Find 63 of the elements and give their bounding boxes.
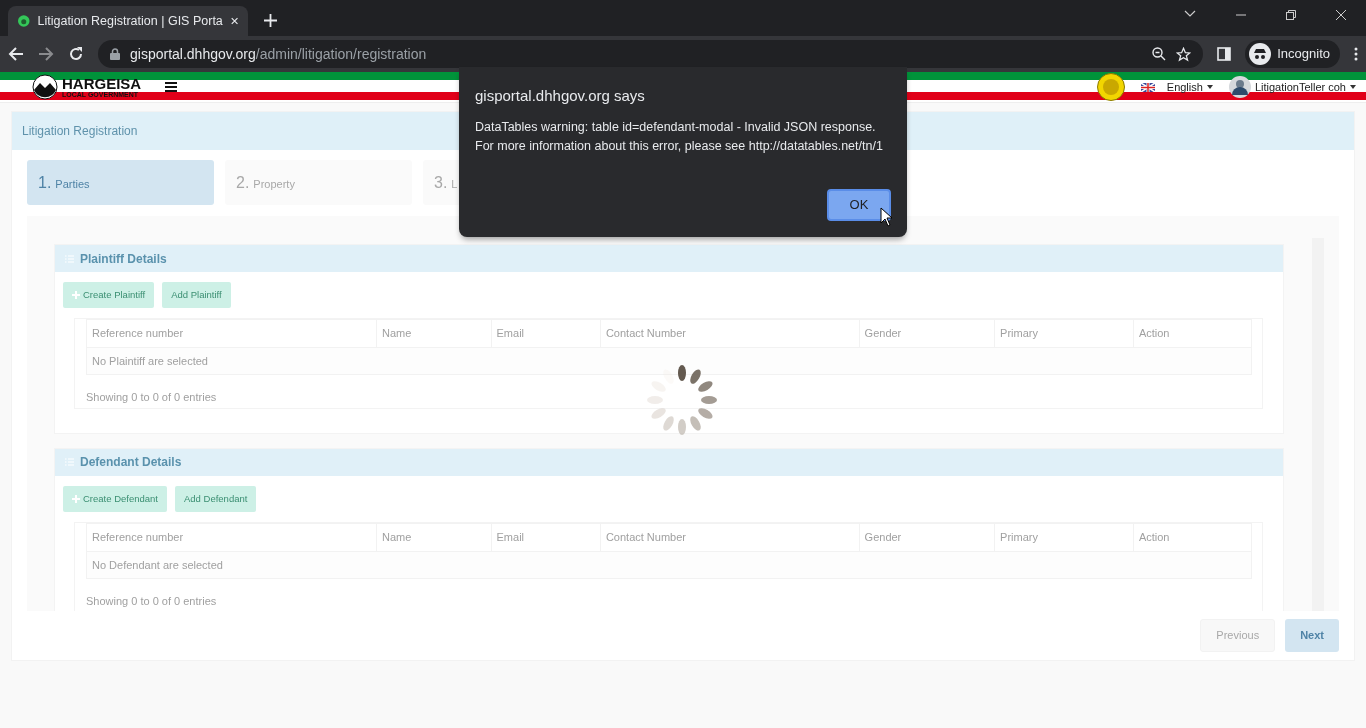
column-header[interactable]: Name	[376, 319, 492, 348]
user-dropdown[interactable]: LitigationTeller coh	[1228, 76, 1356, 98]
browser-tab[interactable]: Litigation Registration | GIS Porta	[8, 6, 248, 36]
logo-title: HARGEISA	[62, 76, 142, 91]
column-header[interactable]: Contact Number	[600, 523, 860, 551]
column-header[interactable]: Action	[1133, 319, 1252, 348]
column-header[interactable]: Contact Number	[600, 319, 860, 348]
table-info: Showing 0 to 0 of 0 entries	[86, 390, 217, 406]
zoom-icon[interactable]	[1152, 47, 1167, 61]
create-button[interactable]: Create Defendant	[63, 485, 167, 512]
favicon-icon	[18, 13, 30, 29]
avatar-icon	[1228, 76, 1251, 98]
menu-icon[interactable]	[1354, 47, 1358, 61]
section-title: Plaintiff Details	[80, 250, 167, 268]
back-icon[interactable]	[8, 46, 24, 62]
column-header[interactable]: Reference number	[86, 523, 377, 551]
incognito-icon	[1249, 43, 1272, 65]
add-button[interactable]: Add Defendant	[175, 485, 257, 512]
new-tab-icon[interactable]	[264, 14, 277, 27]
add-button[interactable]: Add Plaintiff	[162, 282, 231, 309]
restore-icon[interactable]	[1286, 10, 1296, 20]
emblem-icon	[1096, 73, 1125, 101]
ok-button[interactable]: OK	[827, 189, 891, 221]
column-header[interactable]: Gender	[859, 319, 995, 348]
empty-table-message: No Plaintiff are selected	[86, 347, 1252, 375]
profile-button[interactable]: Incognito	[1245, 40, 1340, 68]
column-header[interactable]: Reference number	[86, 319, 377, 348]
lock-icon	[110, 48, 120, 60]
close-icon[interactable]	[230, 16, 238, 26]
plus-icon	[72, 494, 80, 503]
column-header[interactable]: Name	[376, 523, 492, 551]
url-text: gisportal.dhhgov.org/admin/litigation/registration	[130, 44, 427, 64]
pager-button[interactable]: Next	[1285, 619, 1339, 652]
plus-icon	[72, 291, 80, 300]
dialog-message: DataTables warning: table id=defendant-modal - Invalid JSON response. For more information about this error, please see http://datatables.net/tn/1	[475, 118, 884, 155]
star-icon[interactable]	[1176, 46, 1192, 62]
column-header[interactable]: Email	[491, 523, 601, 551]
dialog-title: gisportal.dhhgov.org says	[475, 86, 646, 106]
column-header[interactable]: Primary	[994, 319, 1134, 348]
address-bar[interactable]: gisportal.dhhgov.org/admin/litigation/registration	[98, 40, 1204, 68]
language-dropdown[interactable]: English	[1140, 78, 1213, 96]
tab-title: Litigation Registration | GIS Porta	[37, 12, 223, 30]
step-tab[interactable]: 1. Parties	[27, 160, 214, 205]
chevron-down-icon[interactable]	[1184, 10, 1196, 18]
column-header[interactable]: Primary	[994, 523, 1134, 551]
create-button[interactable]: Create Plaintiff	[63, 282, 155, 309]
column-header[interactable]: Email	[491, 319, 601, 348]
close-icon[interactable]	[1336, 10, 1346, 20]
empty-table-message: No Defendant are selected	[86, 551, 1252, 579]
section-title: Defendant Details	[80, 454, 182, 472]
logo-icon	[32, 74, 58, 100]
menu-icon[interactable]	[165, 82, 178, 92]
loading-spinner-icon	[646, 364, 718, 436]
table-info: Showing 0 to 0 of 0 entries	[86, 594, 217, 609]
column-header[interactable]: Gender	[859, 523, 995, 551]
step-tab[interactable]: 2. Property	[225, 160, 412, 205]
column-header[interactable]: Action	[1133, 523, 1252, 551]
reload-icon[interactable]	[68, 46, 84, 62]
side-panel-icon[interactable]	[1217, 47, 1232, 61]
flag-icon	[1140, 82, 1155, 92]
page-title: Litigation Registration	[22, 123, 138, 140]
forward-icon[interactable]	[38, 46, 54, 62]
cursor-icon	[880, 207, 894, 227]
